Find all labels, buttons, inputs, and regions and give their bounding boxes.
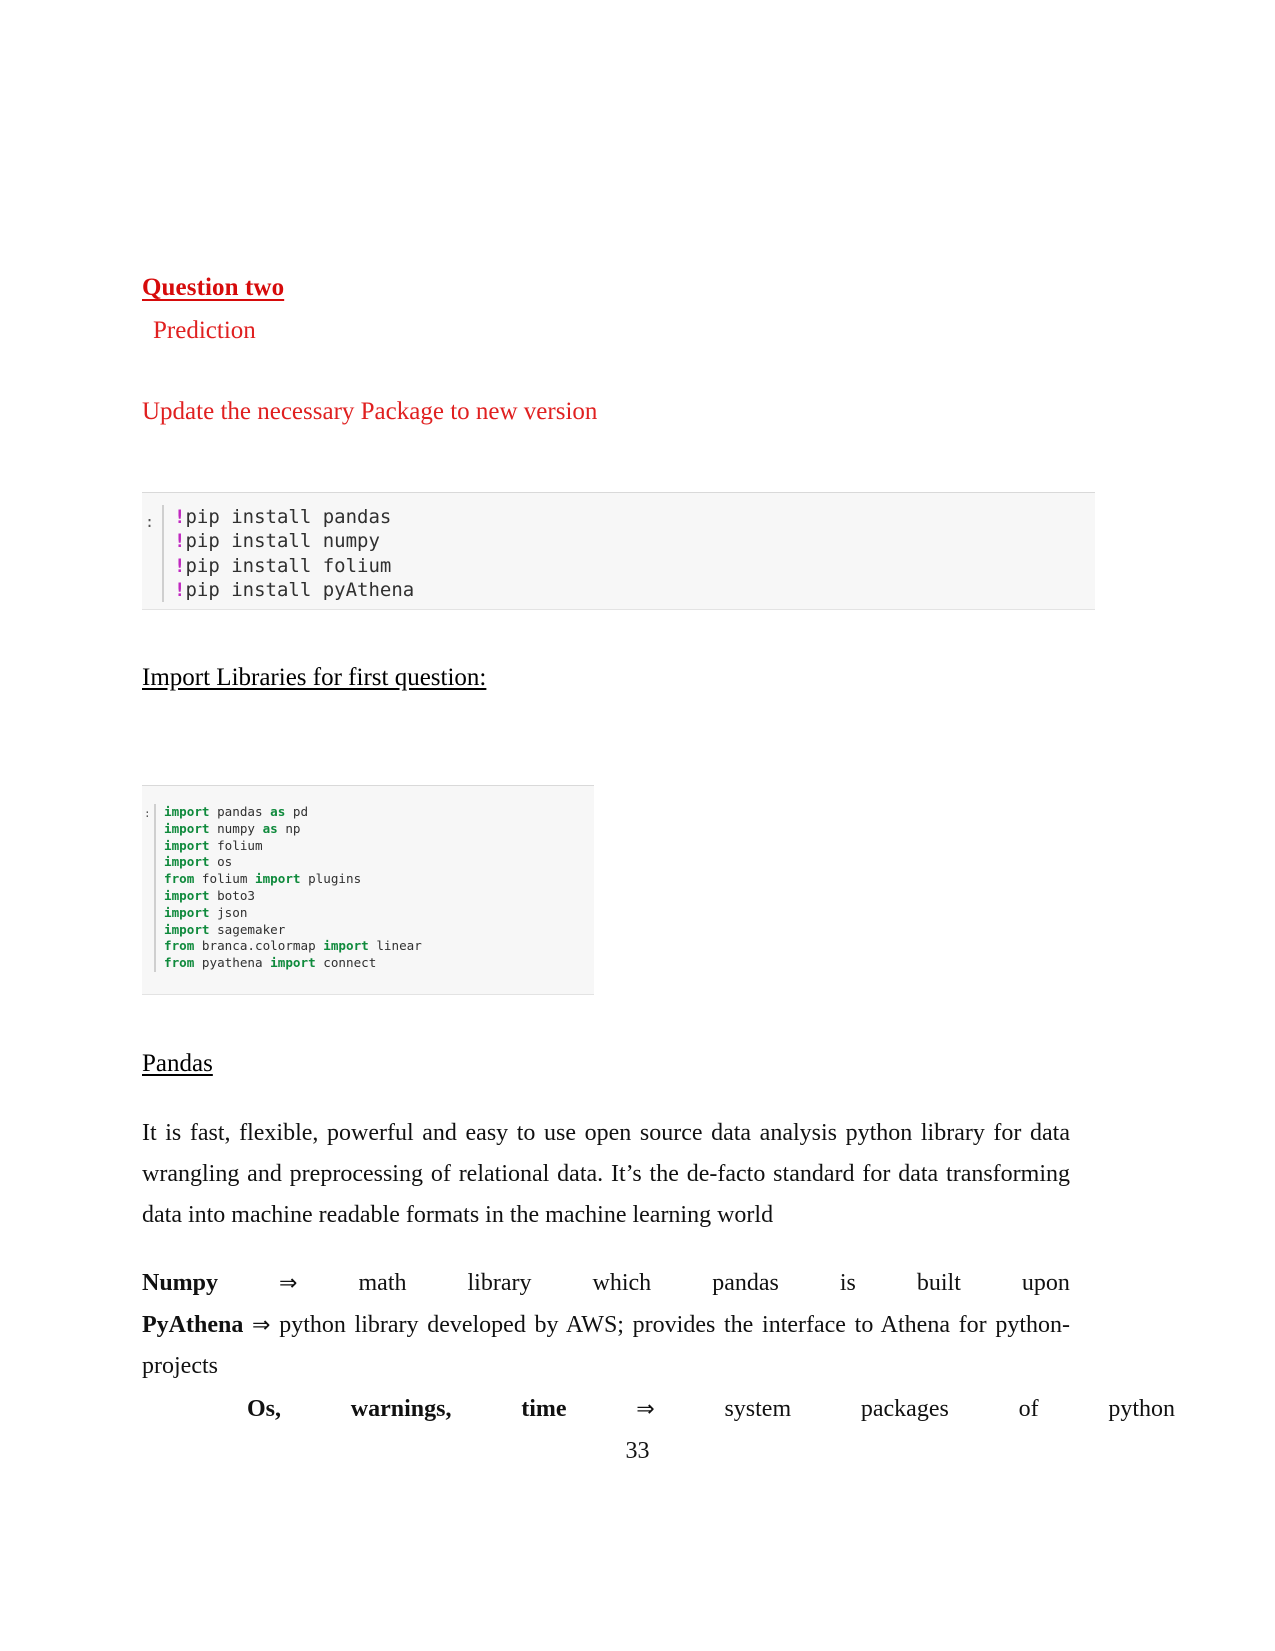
keyword-token: import xyxy=(164,820,210,836)
keyword-token: from xyxy=(164,871,195,887)
code-line: !pip install pyAthena xyxy=(174,578,414,602)
document-page: Question two Prediction Update the neces… xyxy=(0,0,1275,1651)
pyathena-term: PyAthena xyxy=(142,1312,244,1338)
code-text: linear xyxy=(368,938,422,954)
code-line: import sagemaker xyxy=(164,922,422,939)
code-text: json xyxy=(209,904,248,920)
double-arrow-icon: ⇒ xyxy=(279,1271,298,1296)
pyathena-description: python library developed by AWS; provide… xyxy=(142,1312,1071,1379)
double-arrow-icon: ⇒ xyxy=(636,1397,655,1422)
code-text: pandas xyxy=(209,804,271,819)
code-text: pyathena xyxy=(194,955,271,971)
keyword-token: import xyxy=(164,837,210,853)
numpy-word: math xyxy=(358,1270,407,1296)
code-text: np xyxy=(277,820,301,836)
code-line: import numpy as np xyxy=(164,821,422,838)
page-number: 33 xyxy=(625,1438,650,1464)
code-cell-imports-body: import pandas as pd import numpy as np imp… xyxy=(154,804,422,972)
code-line: import boto3 xyxy=(164,888,422,905)
keyword-token: import xyxy=(164,887,210,903)
os-word: system xyxy=(724,1396,792,1422)
cell-prompt-label: : xyxy=(145,513,155,531)
code-cell-imports: : import pandas as pd import numpy as np i… xyxy=(142,785,594,995)
code-text: sagemaker xyxy=(209,921,286,937)
keyword-token: import xyxy=(323,938,369,954)
numpy-definition-line: Numpy ⇒ math library which pandas is bui… xyxy=(142,1262,1070,1305)
numpy-word: pandas xyxy=(712,1270,779,1296)
keyword-token: import xyxy=(164,854,210,870)
code-text: folium xyxy=(209,837,263,853)
code-text: folium xyxy=(194,871,256,887)
code-line: !pip install folium xyxy=(174,554,414,578)
numpy-word: is xyxy=(839,1270,856,1296)
keyword-token: import xyxy=(255,871,301,887)
code-text: plugins xyxy=(300,871,362,887)
numpy-word: built xyxy=(916,1270,961,1296)
code-text: pip install numpy xyxy=(185,530,380,553)
keyword-token: from xyxy=(164,955,195,971)
code-line: from folium import plugins xyxy=(164,871,422,888)
os-word: packages xyxy=(860,1396,949,1422)
numpy-word: library xyxy=(467,1270,532,1296)
keyword-token: import xyxy=(270,955,316,971)
code-line: from pyathena import connect xyxy=(164,955,422,972)
cell-prompt-label: : xyxy=(144,807,151,820)
os-definition-line: Os, warnings, time ⇒ system packages of … xyxy=(142,1388,1175,1431)
code-line: from branca.colormap import linear xyxy=(164,938,422,955)
code-text: pd xyxy=(285,804,309,819)
code-cell-pip-install: : !pip install pandas !pip install numpy!… xyxy=(142,492,1095,610)
keyword-token: from xyxy=(164,938,195,954)
code-text: pip install pandas xyxy=(185,506,392,528)
keyword-token: import xyxy=(164,921,210,937)
bang-token: ! xyxy=(174,506,186,528)
section-label-pandas: Pandas xyxy=(142,1050,213,1077)
double-arrow-icon: ⇒ xyxy=(252,1313,271,1338)
keyword-token: as xyxy=(270,804,286,819)
numpy-term: Numpy xyxy=(142,1270,219,1296)
update-package-note: Update the necessary Package to new vers… xyxy=(142,398,598,425)
code-text: boto3 xyxy=(209,887,255,903)
code-text: branca.colormap xyxy=(194,938,324,954)
os-term-part: time xyxy=(521,1396,567,1422)
keyword-token: import xyxy=(164,804,210,819)
numpy-word: which xyxy=(592,1270,652,1296)
code-text: pip install folium xyxy=(185,554,392,577)
os-term-part: warnings, xyxy=(350,1396,452,1422)
pandas-description-paragraph: It is fast, flexible, powerful and easy … xyxy=(142,1120,1070,1228)
code-line: import os xyxy=(164,854,422,871)
os-word: python xyxy=(1108,1396,1175,1422)
code-line: import pandas as pd xyxy=(164,804,422,821)
page-title: Question two xyxy=(142,274,285,301)
bang-token: ! xyxy=(174,578,186,601)
numpy-word: upon xyxy=(1021,1270,1070,1296)
subheading-prediction: Prediction xyxy=(153,317,256,344)
code-text: pip install pyAthena xyxy=(185,578,415,601)
bang-token: ! xyxy=(174,530,186,553)
keyword-token: as xyxy=(262,820,278,836)
code-cell-pip-install-body: !pip install pandas !pip install numpy !pi… xyxy=(162,505,414,603)
section-label-import-libraries: Import Libraries for first question: xyxy=(142,664,487,691)
os-word: of xyxy=(1018,1396,1039,1422)
code-text: os xyxy=(209,854,233,870)
code-line: !pip install pandas xyxy=(174,505,414,529)
code-line: import json xyxy=(164,905,422,922)
keyword-token: import xyxy=(164,904,210,920)
code-line: import folium xyxy=(164,838,422,855)
bang-token: ! xyxy=(174,554,186,577)
code-line: !pip install numpy xyxy=(174,529,414,553)
code-text: numpy xyxy=(209,820,263,836)
os-term-part: Os, xyxy=(247,1396,282,1422)
code-text: connect xyxy=(315,955,377,971)
